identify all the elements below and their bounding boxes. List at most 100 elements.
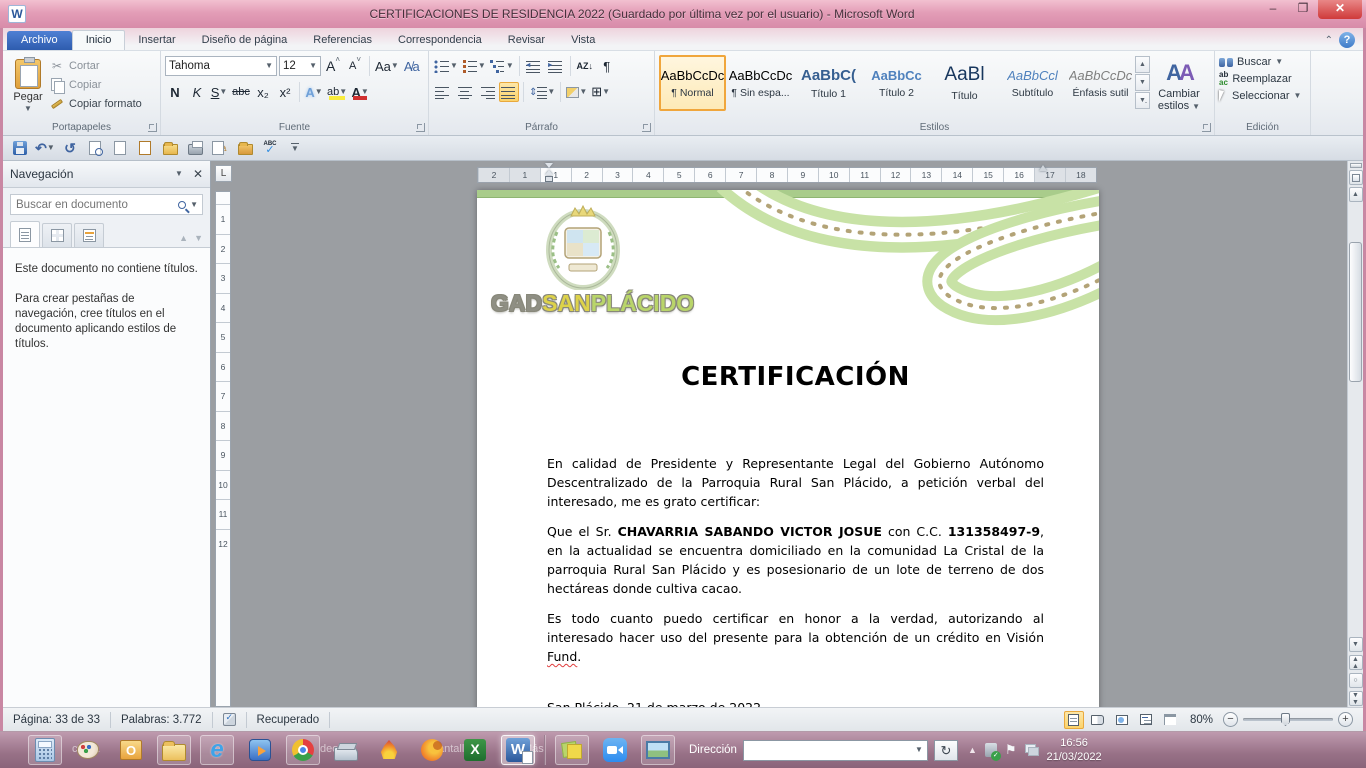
taskbar-outlook[interactable]: O [114,735,148,765]
multilevel-list-button[interactable]: ▼ [489,56,515,76]
style-titulo[interactable]: AaBlTítulo [931,55,998,111]
taskbar-file-explorer[interactable] [157,735,191,765]
decrease-indent-button[interactable] [524,56,544,76]
address-dropdown-icon[interactable]: ▼ [911,746,927,754]
justify-button[interactable] [499,82,519,102]
scrollbar-track[interactable] [1348,202,1364,635]
font-family-combo[interactable]: Tahoma▼ [165,56,277,76]
taskbar-photo-viewer[interactable] [641,735,675,765]
borders-button[interactable]: ⊞▼ [590,82,611,102]
help-icon[interactable]: ? [1339,32,1355,48]
tab-selector-button[interactable]: L [215,165,232,182]
taskbar-word[interactable]: W [501,735,535,765]
previous-page-button[interactable]: ▲▲ [1349,655,1363,670]
format-painter-button[interactable]: Copiar formato [49,96,142,112]
bold-button[interactable]: N [165,82,185,102]
horizontal-ruler[interactable]: 21 12345678910111213141516 1718 [477,167,1097,183]
highlight-color-button[interactable]: ab▼ [326,82,348,102]
outline-view-button[interactable] [1136,711,1156,729]
tab-insertar[interactable]: Insertar [125,31,188,50]
word-count[interactable]: Palabras: 3.772 [111,708,212,731]
split-handle[interactable] [1350,163,1362,168]
align-left-button[interactable] [433,82,453,102]
address-input[interactable] [744,744,911,756]
zoom-out-button[interactable]: − [1223,712,1238,727]
zoom-slider-thumb[interactable] [1281,713,1290,726]
search-options-icon[interactable]: ▼ [190,201,198,209]
nav-next-icon[interactable]: ▼ [194,233,203,243]
close-button[interactable]: ✕ [1318,0,1362,19]
taskbar-cd-burner[interactable] [372,735,406,765]
shrink-font-button[interactable]: A˅ [345,56,365,76]
tab-revisar[interactable]: Revisar [495,31,558,50]
align-center-button[interactable] [455,82,475,102]
page-indicator[interactable]: Página: 33 de 33 [3,708,110,731]
next-page-button[interactable]: ▼▼ [1349,691,1363,706]
increase-indent-button[interactable] [546,56,566,76]
quick-edit-button[interactable]: ✎ [211,139,229,157]
action-center-flag-icon[interactable]: ⚑ [1005,742,1017,758]
nav-previous-icon[interactable]: ▲ [179,233,188,243]
select-button[interactable]: Seleccionar▼ [1219,90,1306,102]
indent-markers[interactable] [545,163,554,183]
left-indent-marker[interactable] [545,176,553,182]
taskbar-media-player[interactable] [243,735,277,765]
scroll-down-button[interactable]: ▼ [1349,637,1363,652]
taskbar-internet-explorer[interactable]: e [200,735,234,765]
taskbar-paint[interactable] [71,735,105,765]
line-spacing-button[interactable]: ⇕▼ [528,82,556,102]
clear-formatting-button[interactable]: A̸a [402,56,422,76]
sort-button[interactable]: AZ↓ [575,56,595,76]
tab-referencias[interactable]: Referencias [300,31,385,50]
tray-expand-icon[interactable]: ▲ [968,745,977,755]
taskbar-clock[interactable]: 16:56 21/03/2022 [1047,736,1102,764]
tab-correspondencia[interactable]: Correspondencia [385,31,495,50]
folder-options-button[interactable] [236,139,254,157]
styles-scroll-down[interactable]: ▼ [1135,74,1150,91]
undo-button[interactable]: ↶▼ [36,139,54,157]
spelling-grammar-button[interactable]: ABC✓ [261,139,279,157]
style-normal[interactable]: AaBbCcDc¶ Normal [659,55,726,111]
qat-more-button[interactable]: ▼ [286,139,304,157]
attach-button[interactable] [136,139,154,157]
paste-button[interactable]: Pegar ▼ [7,54,49,118]
fullscreen-reading-view-button[interactable] [1088,711,1108,729]
certificate-body[interactable]: En calidad de Presidente y Representante… [547,454,1044,707]
taskbar-calculator[interactable] [28,735,62,765]
print-button[interactable] [186,139,204,157]
find-button[interactable]: Buscar▼ [1219,56,1306,68]
style-titulo-2[interactable]: AaBbCcTítulo 2 [863,55,930,111]
style-subtitulo[interactable]: AaBbCclSubtítulo [999,55,1066,111]
styles-dialog-launcher[interactable] [1202,123,1211,132]
taskbar-excel[interactable]: X [458,735,492,765]
recovered-status[interactable]: Recuperado [247,708,330,731]
select-browse-object-button[interactable]: ○ [1349,673,1363,688]
align-right-button[interactable] [477,82,497,102]
tab-vista[interactable]: Vista [558,31,608,50]
style-titulo-1[interactable]: AaBbC(Título 1 [795,55,862,111]
address-refresh-button[interactable]: ↻ [934,740,958,761]
paste-dropdown-icon[interactable]: ▼ [24,105,32,113]
style-enfasis-sutil[interactable]: AaBbCcDcÉnfasis sutil [1067,55,1134,111]
taskbar-chrome[interactable] [286,735,320,765]
copy-button[interactable]: Copiar [49,77,142,93]
usb-device-icon[interactable] [985,743,997,757]
strikethrough-button[interactable]: abc [231,82,251,102]
bullets-button[interactable]: ▼ [433,56,459,76]
ruler-toggle-button[interactable] [1349,170,1363,185]
new-document-button[interactable] [111,139,129,157]
clipboard-dialog-launcher[interactable] [148,123,157,132]
replace-button[interactable]: abacReemplazar [1219,71,1306,87]
tab-inicio[interactable]: Inicio [72,30,126,50]
print-preview-button[interactable] [86,139,104,157]
style-sin-espaciado[interactable]: AaBbCcDc¶ Sin espa... [727,55,794,111]
proofing-status[interactable] [213,708,246,731]
minimize-button[interactable]: – [1258,0,1288,19]
font-dialog-launcher[interactable] [416,123,425,132]
tab-archivo[interactable]: Archivo [7,31,72,50]
redo-button[interactable]: ↺ [61,139,79,157]
show-marks-button[interactable]: ¶ [597,56,617,76]
font-color-button[interactable]: A▼ [350,82,370,102]
zoom-level[interactable]: 80% [1184,714,1219,726]
search-icon[interactable] [178,201,186,209]
